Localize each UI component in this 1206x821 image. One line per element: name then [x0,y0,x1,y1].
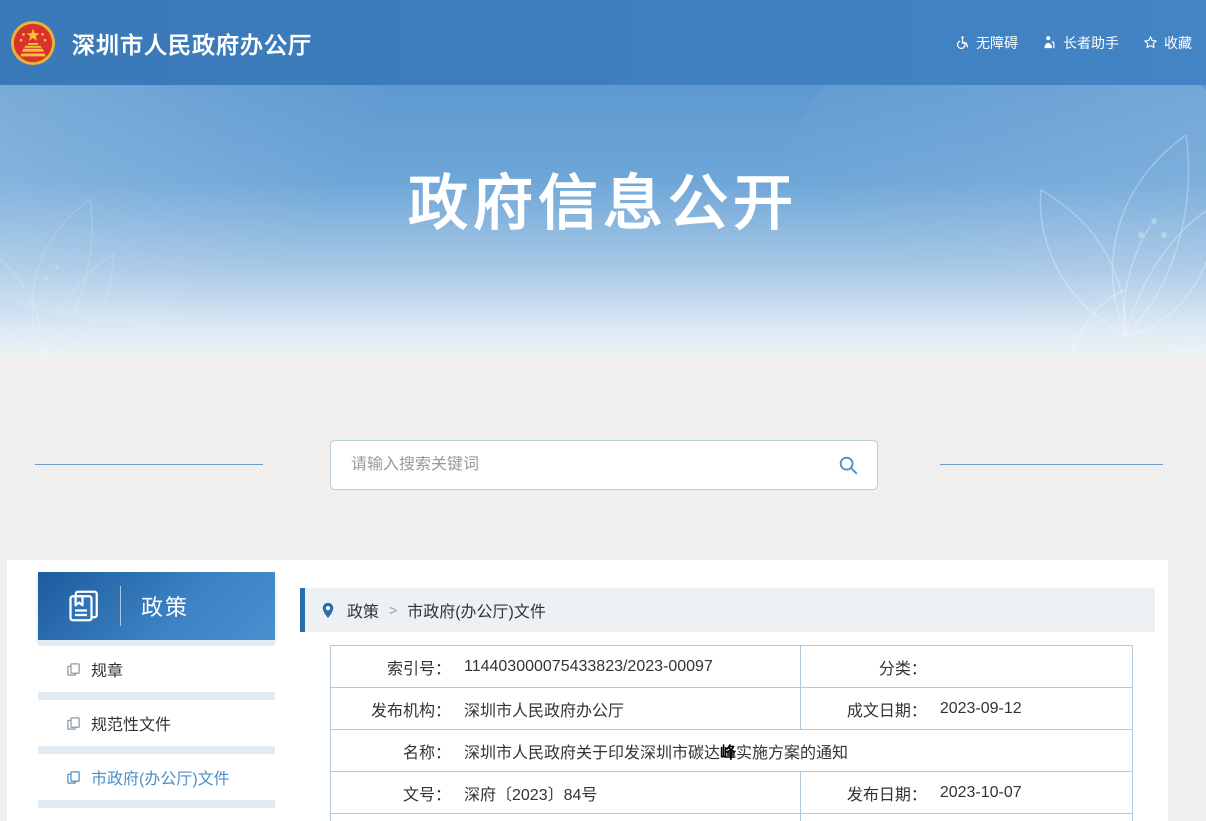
document-name-cell: 名称： 深圳市人民政府关于印发深圳市碳达峰实施方案的通知 [331,730,1132,771]
publish-date-value: 2023-10-07 [940,784,1022,802]
sidebar-item-normative-documents[interactable]: 规范性文件 [38,700,275,746]
sidebar-item-label: 规范性文件 [91,711,171,735]
decorative-line-left [35,464,263,465]
star-icon [1143,35,1158,50]
document-meta-table: 索引号： 114403000075433823/2023-00097 分类： 发… [330,645,1133,821]
table-row-index: 索引号： 114403000075433823/2023-00097 分类： [331,646,1132,687]
written-date-label: 成文日期： [801,697,927,721]
partial-cell [331,814,800,821]
document-name-value: 深圳市人民政府关于印发深圳市碳达峰实施方案的通知 [464,739,848,763]
table-row-issuer: 发布机构： 深圳市人民政府办公厅 成文日期： 2023-09-12 [331,687,1132,729]
publish-date-label: 发布日期： [801,781,927,805]
sidebar-items: 规章 规范性文件 市政府(办公厅)文件 [38,640,275,821]
content-area: 政策 规章 规范性文件 [0,358,1206,821]
national-emblem-icon [10,20,56,66]
index-number-cell: 索引号： 114403000075433823/2023-00097 [331,646,800,687]
sidebar-item-municipal-government-documents[interactable]: 市政府(办公厅)文件 [38,754,275,800]
written-date-value: 2023-09-12 [940,700,1022,718]
name-text: 实施方案的通知 [736,745,848,762]
content-card: 政策 规章 规范性文件 [7,560,1168,821]
name-highlighted-keyword: 峰 [720,745,736,762]
sidebar-header-divider [120,586,121,626]
name-text: 深圳市人民政府关于印发深圳市碳达 [464,745,720,762]
sidebar-item-label: 规章 [91,657,123,681]
index-number-value: 114403000075433823/2023-00097 [464,658,713,676]
issuing-agency-label: 发布机构： [331,697,451,721]
sidebar-item-partial[interactable] [38,808,275,821]
issuing-agency-value: 深圳市人民政府办公厅 [464,697,624,721]
category-label: 分类： [801,655,927,679]
elder-helper-icon [1042,35,1057,50]
doc-number-value: 深府〔2023〕84号 [464,781,597,805]
table-row-partial [331,813,1132,821]
accessibility-link[interactable]: 无障碍 [955,33,1018,53]
sidebar-title: 政策 [141,590,189,622]
category-cell: 分类： [800,646,1132,687]
written-date-cell: 成文日期： 2023-09-12 [800,688,1132,729]
search-input[interactable] [351,456,837,474]
index-number-label: 索引号： [331,655,451,679]
table-row-title: 名称： 深圳市人民政府关于印发深圳市碳达峰实施方案的通知 [331,729,1132,771]
favorite-label: 收藏 [1164,33,1192,53]
doc-number-cell: 文号： 深府〔2023〕84号 [331,772,800,813]
sidebar-header: 政策 [38,572,275,640]
doc-number-label: 文号： [331,781,451,805]
page-title: 政府信息公开 [0,85,1206,242]
sidebar: 政策 规章 规范性文件 [38,572,275,821]
breadcrumb: 政策 > 市政府(办公厅)文件 [300,588,1155,632]
document-name-label: 名称： [331,739,451,763]
favorite-link[interactable]: 收藏 [1143,33,1192,53]
search-icon[interactable] [837,454,859,476]
document-icon [66,770,81,785]
search-box [330,440,878,490]
document-icon [66,716,81,731]
top-utility-links: 无障碍 长者助手 收藏 [955,33,1192,53]
main-panel: 政策 > 市政府(办公厅)文件 索引号： 114403000075433823/… [300,588,1167,821]
breadcrumb-current: 市政府(办公厅)文件 [407,598,546,622]
breadcrumb-accent-bar [300,588,305,632]
sidebar-item-label: 市政府(办公厅)文件 [91,765,230,789]
site-title: 深圳市人民政府办公厅 [72,26,312,60]
decorative-line-right [940,464,1163,465]
accessibility-label: 无障碍 [976,33,1018,53]
elder-helper-label: 长者助手 [1063,33,1119,53]
sidebar-item-regulations[interactable]: 规章 [38,646,275,692]
accessibility-icon [955,35,970,50]
issuing-agency-cell: 发布机构： 深圳市人民政府办公厅 [331,688,800,729]
publish-date-cell: 发布日期： 2023-10-07 [800,772,1132,813]
page-banner: 政府信息公开 [0,85,1206,358]
table-row-doc-number: 文号： 深府〔2023〕84号 发布日期： 2023-10-07 [331,771,1132,813]
top-header-bar: 深圳市人民政府办公厅 无障碍 长者助手 收藏 [0,0,1206,85]
document-icon [66,662,81,677]
elder-helper-link[interactable]: 长者助手 [1042,33,1119,53]
policy-book-icon [66,588,102,624]
breadcrumb-separator: > [389,602,397,618]
location-pin-icon [321,602,335,619]
breadcrumb-root[interactable]: 政策 [347,598,379,622]
partial-cell [800,814,1132,821]
